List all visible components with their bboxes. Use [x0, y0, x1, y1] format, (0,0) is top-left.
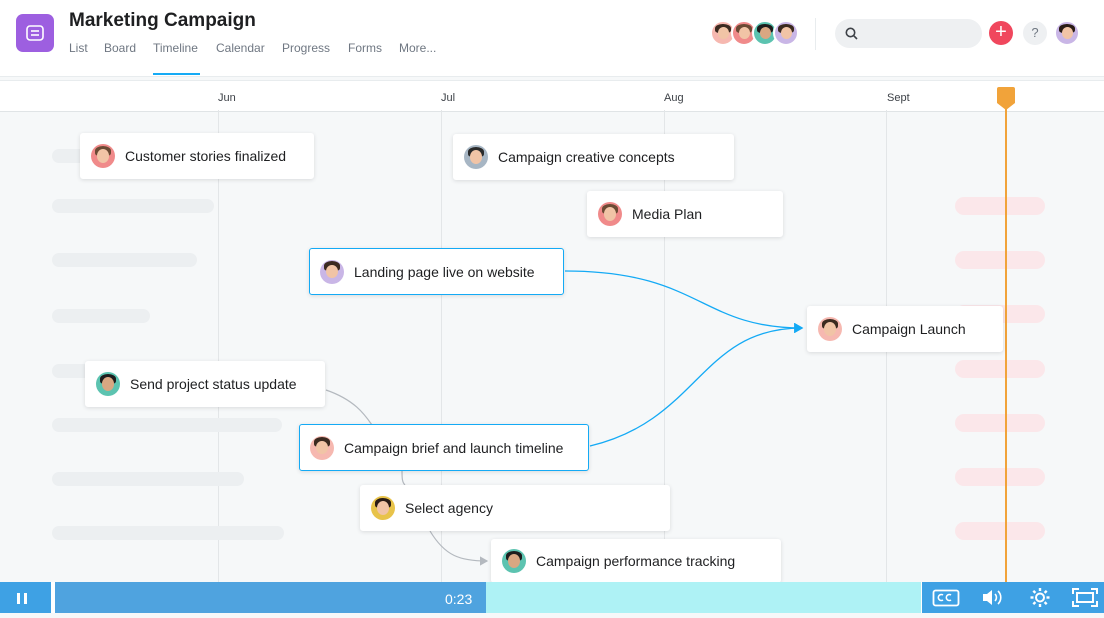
task-name: Campaign creative concepts: [498, 149, 675, 165]
task-name: Customer stories finalized: [125, 148, 287, 164]
task-name: Campaign brief and launch timeline: [344, 439, 564, 456]
timeline-task[interactable]: Campaign creative concepts: [453, 134, 734, 180]
assignee-avatar: [310, 435, 334, 460]
settings-icon: [1030, 588, 1050, 607]
assignee-avatar: [464, 145, 488, 169]
timeline-task[interactable]: Landing page live on website: [309, 248, 564, 295]
task-name: Campaign performance tracking: [536, 553, 736, 569]
assignee-avatar: [818, 317, 842, 341]
task-name: Landing page live on website: [354, 263, 535, 280]
fullscreen-button[interactable]: [1070, 582, 1100, 613]
task-name: Select agency: [405, 500, 493, 516]
settings-button[interactable]: [1026, 582, 1054, 613]
assignee-avatar: [96, 372, 120, 396]
task-name: Media Plan: [632, 206, 703, 222]
timeline-task[interactable]: Campaign brief and launch timeline: [299, 424, 589, 471]
timeline-task[interactable]: Customer stories finalized: [80, 133, 314, 179]
player-control-group: [922, 582, 1104, 613]
volume-button[interactable]: [979, 582, 1007, 613]
dependency-link: [429, 530, 489, 566]
assignee-avatar: [371, 496, 395, 520]
volume-icon: [983, 590, 1002, 605]
video-player-controls: 0:23: [0, 582, 1104, 613]
timeline-task[interactable]: Send project status update: [85, 361, 325, 407]
fullscreen-icon: [1072, 588, 1098, 607]
dependency-link: [401, 469, 406, 486]
task-name: Campaign Launch: [852, 321, 966, 337]
task-name: Send project status update: [130, 376, 297, 392]
assignee-avatar: [320, 259, 344, 284]
progress-remaining[interactable]: [486, 582, 921, 613]
progress-played[interactable]: [55, 582, 486, 613]
timeline-task[interactable]: Media Plan: [587, 191, 783, 237]
timeline-task[interactable]: Campaign performance tracking: [491, 539, 781, 583]
pause-button[interactable]: [0, 582, 51, 613]
assignee-avatar: [598, 202, 622, 226]
dependency-link: [589, 322, 804, 447]
timeline-task[interactable]: Select agency: [360, 485, 670, 531]
dependency-link: [325, 389, 373, 426]
closed-captions-icon: [932, 589, 960, 607]
dependency-link: [564, 270, 804, 334]
assignee-avatar: [502, 549, 526, 573]
assignee-avatar: [91, 144, 115, 168]
playback-time: 0:23: [445, 591, 473, 607]
timeline-task[interactable]: Campaign Launch: [807, 306, 1003, 352]
closed-captions-button[interactable]: [932, 582, 960, 613]
